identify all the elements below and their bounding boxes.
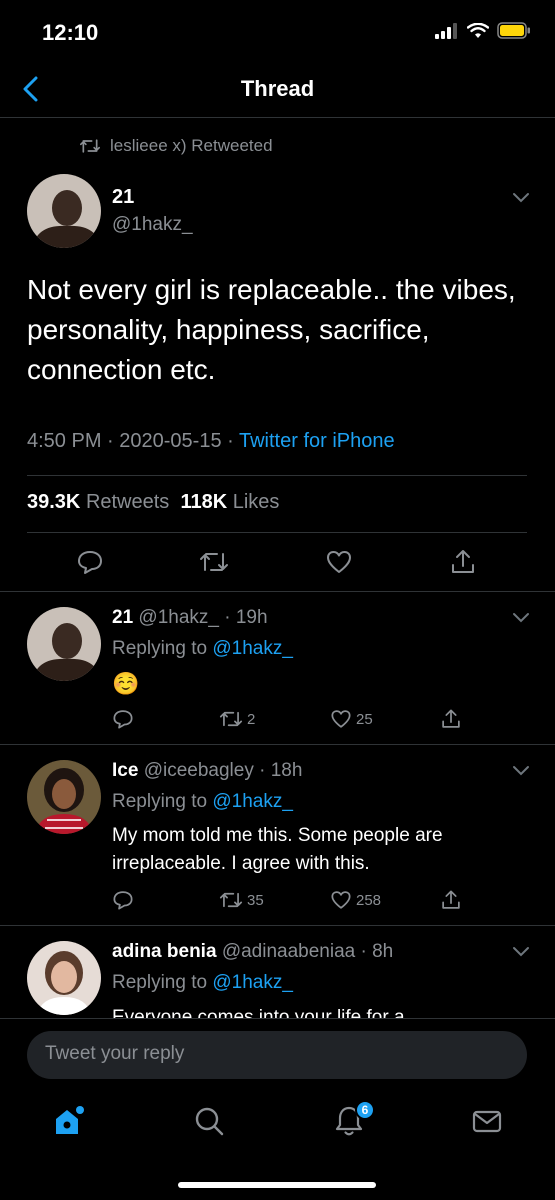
tweet-text: Not every girl is replaceable.. the vibe… xyxy=(27,274,516,385)
like-button[interactable]: 25 xyxy=(330,708,373,730)
replying-to-handle[interactable]: @1hakz_ xyxy=(212,791,293,812)
retweets-label[interactable]: Retweets xyxy=(86,491,169,513)
home-indicator[interactable] xyxy=(178,1182,376,1188)
replying-to-handle[interactable]: @1hakz_ xyxy=(212,972,293,993)
retweet-button[interactable] xyxy=(199,548,229,576)
reply-header: adina benia @adinaabeniaa · 8h xyxy=(112,941,393,963)
tweet-source-link[interactable]: Twitter for iPhone xyxy=(239,430,395,452)
mail-icon xyxy=(472,1110,502,1133)
reply-input[interactable]: Tweet your reply xyxy=(27,1031,527,1079)
reply-handle-time: @1hakz_ · 19h xyxy=(138,607,268,628)
heart-icon xyxy=(331,710,351,728)
thread-scroll-area[interactable]: leslieee x) Retweeted 21 @1hakz_ Not eve… xyxy=(0,0,555,1018)
likes-count[interactable]: 118K xyxy=(180,491,227,513)
retweet-button[interactable]: 2 xyxy=(219,708,255,730)
replying-to: Replying to @1hakz_ xyxy=(112,972,293,994)
retweet-count: 35 xyxy=(247,891,264,909)
tweet-stats: 39.3K Retweets 118K Likes xyxy=(27,491,279,514)
reply-icon xyxy=(78,551,102,574)
divider xyxy=(0,591,555,592)
likes-label[interactable]: Likes xyxy=(233,491,280,513)
reply-icon xyxy=(113,891,133,910)
share-icon xyxy=(442,890,460,909)
avatar[interactable] xyxy=(27,607,101,681)
reply-handle-time: @adinaabeniaa · 8h xyxy=(221,941,394,962)
reply-text: ☺️ xyxy=(112,671,140,696)
avatar[interactable] xyxy=(27,174,101,248)
replying-to-label: Replying to xyxy=(112,972,213,993)
retweet-icon xyxy=(200,553,228,571)
retweet-icon xyxy=(219,711,243,727)
chevron-down-icon[interactable] xyxy=(512,765,530,777)
avatar[interactable] xyxy=(27,941,101,1015)
reply-author-name[interactable]: 21 xyxy=(112,607,133,628)
reply-author-name[interactable]: Ice xyxy=(112,760,138,781)
tab-search[interactable] xyxy=(192,1104,226,1138)
home-icon xyxy=(56,1106,84,1134)
heart-icon xyxy=(331,891,351,909)
chevron-down-icon[interactable] xyxy=(512,192,530,204)
reply-header: 21 @1hakz_ · 19h xyxy=(112,607,268,629)
retweet-icon xyxy=(80,139,100,153)
replying-to-label: Replying to xyxy=(112,638,213,659)
author-name[interactable]: 21 xyxy=(112,186,134,209)
search-icon xyxy=(195,1107,224,1136)
chevron-down-icon[interactable] xyxy=(512,946,530,958)
replying-to-handle[interactable]: @1hakz_ xyxy=(212,638,293,659)
notifications-badge: 6 xyxy=(355,1100,375,1120)
divider xyxy=(27,532,527,533)
share-button[interactable] xyxy=(440,708,462,730)
retweet-count: 2 xyxy=(247,710,256,728)
chevron-down-icon[interactable] xyxy=(512,612,530,624)
share-button[interactable] xyxy=(449,548,477,576)
reply-icon xyxy=(113,710,133,729)
heart-icon xyxy=(327,551,351,573)
reply-header: Ice @iceebagley · 18h xyxy=(112,760,302,782)
retweet-icon xyxy=(219,892,243,908)
like-count: 25 xyxy=(356,710,373,728)
divider xyxy=(0,925,555,926)
compose-bar: Tweet your reply xyxy=(0,1018,555,1088)
like-count: 258 xyxy=(356,891,382,909)
reply-button[interactable] xyxy=(112,889,134,911)
reply-text: Everyone comes into your life for a xyxy=(112,1007,405,1018)
retweets-count[interactable]: 39.3K xyxy=(27,491,80,513)
avatar[interactable] xyxy=(27,760,101,834)
tweet-timestamp: 4:50 PM · 2020-05-15 · xyxy=(27,430,239,452)
reply-handle-time: @iceebagley · 18h xyxy=(143,760,303,781)
tab-home[interactable] xyxy=(52,1104,86,1138)
tweet-meta: 4:50 PM · 2020-05-15 · Twitter for iPhon… xyxy=(27,430,395,453)
retweet-context-text: leslieee x) Retweeted xyxy=(110,136,273,155)
retweet-context: leslieee x) Retweeted xyxy=(80,136,273,156)
like-button[interactable]: 258 xyxy=(330,889,381,911)
replying-to: Replying to @1hakz_ xyxy=(112,791,293,813)
retweet-button[interactable]: 35 xyxy=(219,889,264,911)
like-button[interactable] xyxy=(325,548,353,576)
divider xyxy=(27,475,527,476)
tab-messages[interactable] xyxy=(470,1104,504,1138)
share-icon xyxy=(452,550,474,573)
reply-text: My mom told me this. Some people are irr… xyxy=(112,825,443,874)
reply-button[interactable] xyxy=(76,548,104,576)
share-icon xyxy=(442,709,460,728)
reply-author-name[interactable]: adina benia xyxy=(112,941,217,962)
replying-to: Replying to @1hakz_ xyxy=(112,638,293,660)
author-handle[interactable]: @1hakz_ xyxy=(112,214,193,236)
replying-to-label: Replying to xyxy=(112,791,213,812)
share-button[interactable] xyxy=(440,889,462,911)
divider xyxy=(0,744,555,745)
reply-button[interactable] xyxy=(112,708,134,730)
